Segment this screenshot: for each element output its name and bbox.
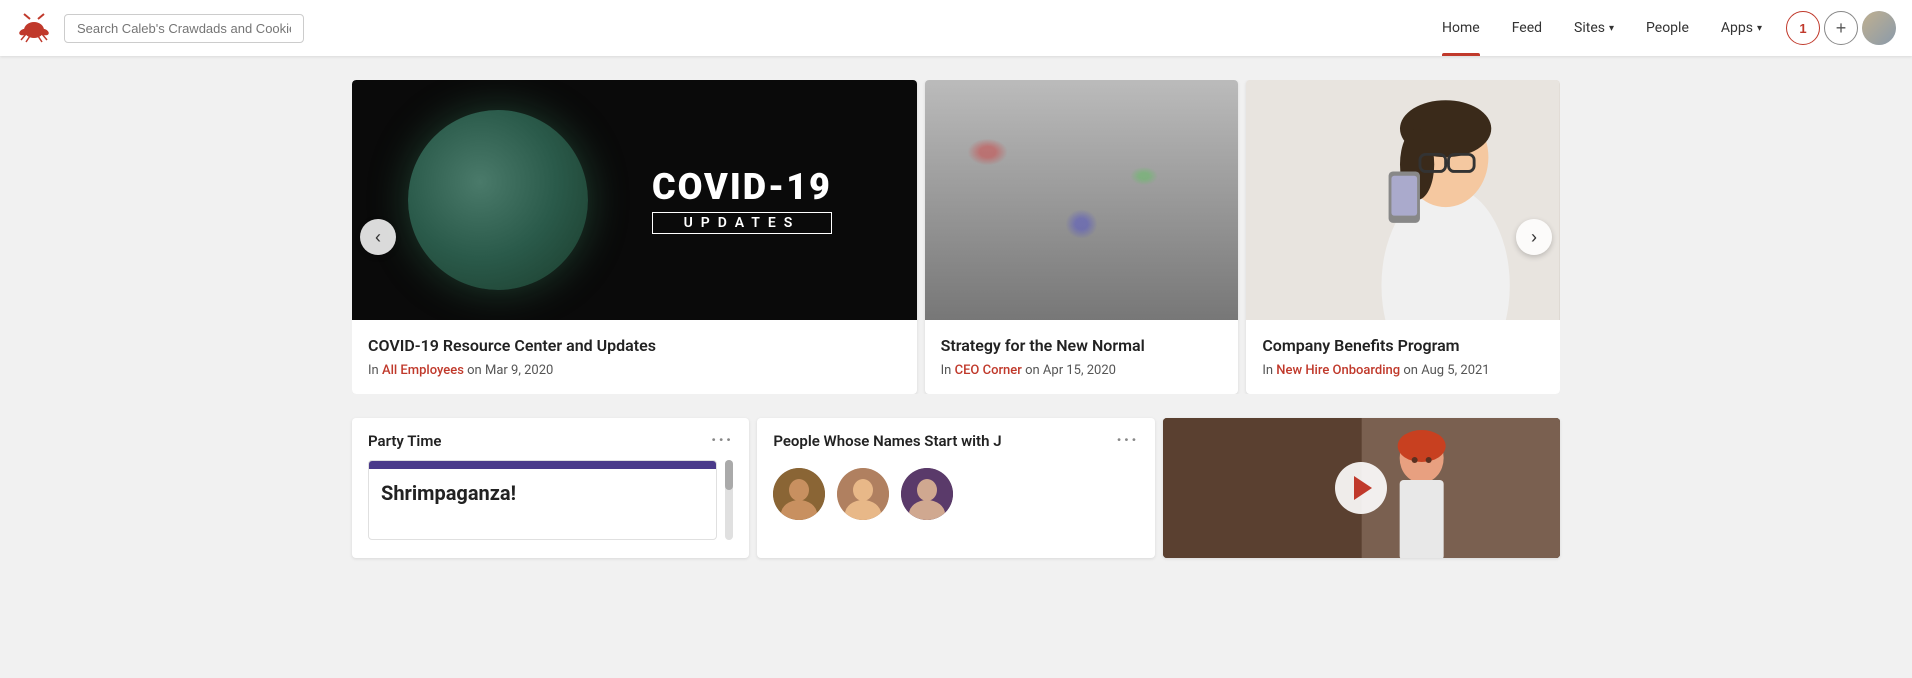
featured-image-0: COVID-19 UPDATES: [352, 80, 917, 320]
bottom-widgets-row: Party Time ··· Shrimpaganza! People Whos…: [352, 418, 1560, 558]
chevron-down-icon: ▾: [1757, 23, 1762, 34]
widget-header-people: People Whose Names Start with J ···: [757, 418, 1154, 460]
featured-category-link-1[interactable]: CEO Corner: [955, 363, 1022, 378]
people-more-button[interactable]: ···: [1116, 432, 1138, 450]
video-background: [1163, 418, 1560, 558]
carousel-prev-button[interactable]: ‹: [360, 219, 396, 255]
featured-posts-list: COVID-19 UPDATES COVID-19 Resource Cente…: [352, 80, 1560, 394]
notification-button[interactable]: 1: [1786, 11, 1820, 45]
video-widget[interactable]: [1163, 418, 1560, 558]
user-avatar[interactable]: [1862, 11, 1896, 45]
nav-sites[interactable]: Sites ▾: [1558, 0, 1630, 56]
party-time-widget: Party Time ··· Shrimpaganza!: [352, 418, 749, 558]
featured-info-0: COVID-19 Resource Center and Updates In …: [352, 320, 917, 394]
featured-category-link-0[interactable]: All Employees: [382, 363, 464, 378]
chevron-right-icon: ›: [1531, 227, 1537, 248]
top-nav: Home Feed Sites ▾ People Apps ▾ 1 +: [0, 0, 1912, 56]
covid-text-block: COVID-19 UPDATES: [652, 166, 832, 234]
nav-actions: 1 +: [1786, 11, 1896, 45]
widget-header-party: Party Time ···: [352, 418, 749, 460]
party-post-header-bar: [369, 461, 716, 469]
featured-card-0[interactable]: COVID-19 UPDATES COVID-19 Resource Cente…: [352, 80, 917, 394]
person-avatar-0[interactable]: [773, 468, 825, 520]
featured-carousel: ‹ COVID-19 UPDATES COVID-19 Resource Cen…: [352, 80, 1560, 394]
nav-links: Home Feed Sites ▾ People Apps ▾: [1426, 0, 1778, 56]
featured-meta-1: In CEO Corner on Apr 15, 2020: [941, 363, 1223, 378]
party-content: Shrimpaganza!: [352, 460, 749, 556]
featured-info-2: Company Benefits Program In New Hire Onb…: [1246, 320, 1560, 394]
featured-image-2: [1246, 80, 1560, 320]
search-input[interactable]: [64, 14, 304, 43]
featured-card-1[interactable]: Strategy for the New Normal In CEO Corne…: [925, 80, 1239, 394]
crowd-overlay: [925, 80, 1239, 320]
person-avatar-2[interactable]: [901, 468, 953, 520]
main-content: ‹ COVID-19 UPDATES COVID-19 Resource Cen…: [336, 56, 1576, 582]
featured-title-0: COVID-19 Resource Center and Updates: [368, 336, 901, 355]
featured-image-1: [925, 80, 1239, 320]
party-post-card[interactable]: Shrimpaganza!: [368, 460, 717, 540]
avatar-image: [1862, 11, 1896, 45]
nav-apps[interactable]: Apps ▾: [1705, 0, 1778, 56]
person-avatar-1[interactable]: [837, 468, 889, 520]
people-avatars-list: [757, 460, 1154, 536]
people-widget: People Whose Names Start with J ···: [757, 418, 1154, 558]
add-button[interactable]: +: [1824, 11, 1858, 45]
party-post-text: Shrimpaganza!: [369, 469, 716, 517]
site-logo[interactable]: [16, 10, 52, 46]
scrollbar-thumb: [725, 460, 733, 490]
chevron-left-icon: ‹: [375, 227, 381, 248]
featured-info-1: Strategy for the New Normal In CEO Corne…: [925, 320, 1239, 394]
people-widget-title: People Whose Names Start with J: [773, 432, 1001, 450]
featured-meta-0: In All Employees on Mar 9, 2020: [368, 363, 901, 378]
play-icon: [1354, 476, 1372, 500]
nav-feed[interactable]: Feed: [1496, 0, 1558, 56]
featured-title-2: Company Benefits Program: [1262, 336, 1544, 355]
virus-graphic: [408, 110, 588, 290]
featured-title-1: Strategy for the New Normal: [941, 336, 1223, 355]
party-more-button[interactable]: ···: [711, 432, 733, 450]
chevron-down-icon: ▾: [1609, 23, 1614, 34]
carousel-next-button[interactable]: ›: [1516, 219, 1552, 255]
party-widget-title: Party Time: [368, 432, 441, 450]
woman-illustration: [1246, 80, 1560, 320]
featured-card-2[interactable]: Company Benefits Program In New Hire Onb…: [1246, 80, 1560, 394]
nav-people[interactable]: People: [1630, 0, 1705, 56]
featured-category-link-2[interactable]: New Hire Onboarding: [1276, 363, 1400, 378]
party-scrollbar[interactable]: [725, 460, 733, 540]
video-play-button[interactable]: [1335, 462, 1387, 514]
nav-home[interactable]: Home: [1426, 0, 1496, 56]
featured-meta-2: In New Hire Onboarding on Aug 5, 2021: [1262, 363, 1544, 378]
